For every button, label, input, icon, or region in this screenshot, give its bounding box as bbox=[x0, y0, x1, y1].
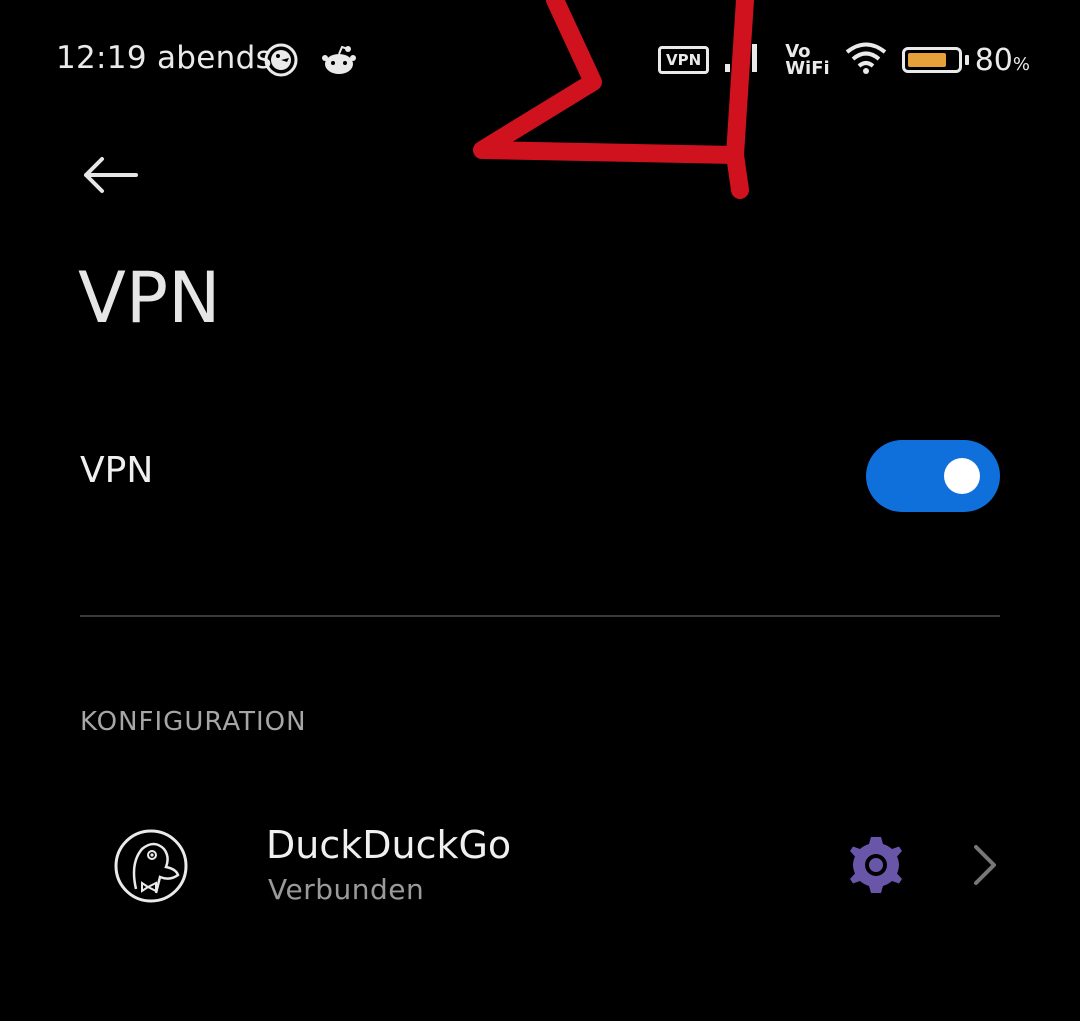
config-settings-button[interactable] bbox=[844, 833, 908, 897]
section-header-configuration: KONFIGURATION bbox=[80, 707, 307, 737]
reddit-icon bbox=[321, 44, 357, 80]
vpn-toggle-row[interactable]: VPN bbox=[80, 440, 1000, 512]
gear-icon bbox=[850, 837, 902, 893]
battery-icon bbox=[901, 47, 962, 73]
signal-icon bbox=[723, 40, 771, 80]
config-name: DuckDuckGo bbox=[266, 823, 512, 867]
status-bar: 12:19 abends VPN Vo WiFi 80% bbox=[0, 0, 1080, 120]
battery-percent: 80% bbox=[974, 42, 1030, 78]
chevron-right-icon bbox=[970, 841, 1000, 889]
toggle-knob bbox=[944, 458, 980, 494]
vpn-toggle-label: VPN bbox=[80, 450, 154, 491]
vowifi-line2: WiFi bbox=[785, 58, 830, 79]
notification-icons bbox=[263, 42, 357, 82]
vpn-status-badge: VPN bbox=[658, 46, 710, 74]
back-button[interactable] bbox=[72, 148, 148, 202]
duckduckgo-icon bbox=[263, 42, 299, 82]
divider bbox=[80, 615, 1000, 617]
status-time: 12:19 abends bbox=[56, 40, 273, 76]
vpn-toggle-switch[interactable] bbox=[866, 440, 1000, 512]
config-status: Verbunden bbox=[268, 873, 425, 906]
battery-indicator: 80% bbox=[901, 42, 1030, 78]
page-title: VPN bbox=[78, 257, 221, 339]
status-right: VPN Vo WiFi 80% bbox=[658, 40, 1030, 80]
wifi-icon bbox=[844, 41, 888, 79]
battery-fill bbox=[907, 53, 947, 67]
vowifi-indicator: Vo WiFi bbox=[785, 43, 830, 79]
arrow-left-icon bbox=[84, 157, 138, 193]
battery-tip bbox=[964, 55, 969, 65]
vpn-config-item[interactable]: DuckDuckGo Verbunden bbox=[80, 805, 1010, 925]
duckduckgo-logo-icon bbox=[112, 827, 190, 905]
